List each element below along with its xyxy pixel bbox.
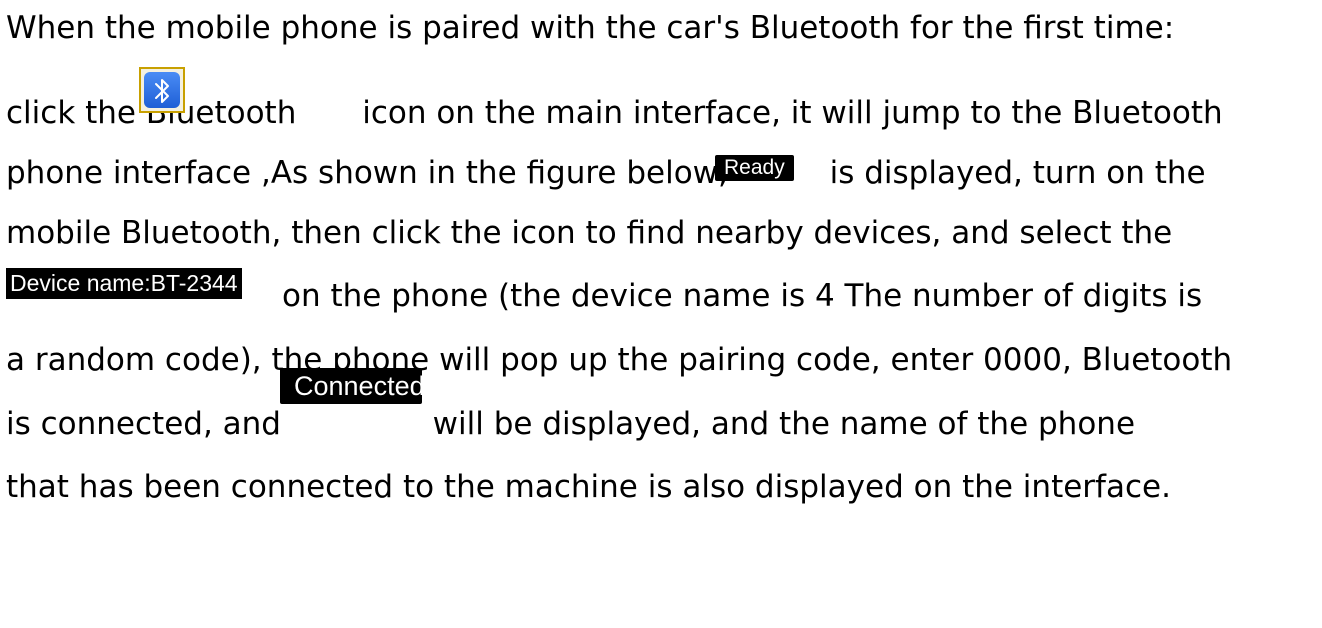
- text-line-5-part-b: on the phone (the device name is 4 The n…: [282, 278, 1203, 314]
- text-line-1: When the mobile phone is paired with the…: [6, 10, 1175, 46]
- text-line-4: mobile Bluetooth, then click the icon to…: [6, 215, 1173, 251]
- text-line-7: is connected, and will be displayed, and…: [6, 368, 1136, 444]
- ready-status-image: Ready: [715, 155, 794, 181]
- text-line-2-part-b: icon on the main interface, it will jump…: [362, 95, 1223, 131]
- device-name-image: Device name:BT-2344: [6, 268, 242, 299]
- connected-status-image: Connected: [280, 368, 425, 404]
- text-line-6: a random code), the phone will pop up th…: [6, 342, 1233, 378]
- text-line-7-part-b: will be displayed, and the name of the p…: [422, 406, 1136, 442]
- bluetooth-icon: [139, 67, 185, 113]
- text-line-7-part-a: is connected, and: [6, 406, 291, 442]
- text-line-8: that has been connected to the machine i…: [6, 469, 1171, 505]
- text-line-3: phone interface ,As shown in the figure …: [6, 153, 1206, 193]
- text-line-3-part-b: is displayed, turn on the: [819, 155, 1206, 191]
- text-line-5: on the phone (the device name is 4 The n…: [6, 268, 1203, 316]
- text-line-3-part-a: phone interface ,As shown in the figure …: [6, 155, 738, 191]
- text-line-2: click the Bluetooth icon on the main int…: [6, 67, 1223, 133]
